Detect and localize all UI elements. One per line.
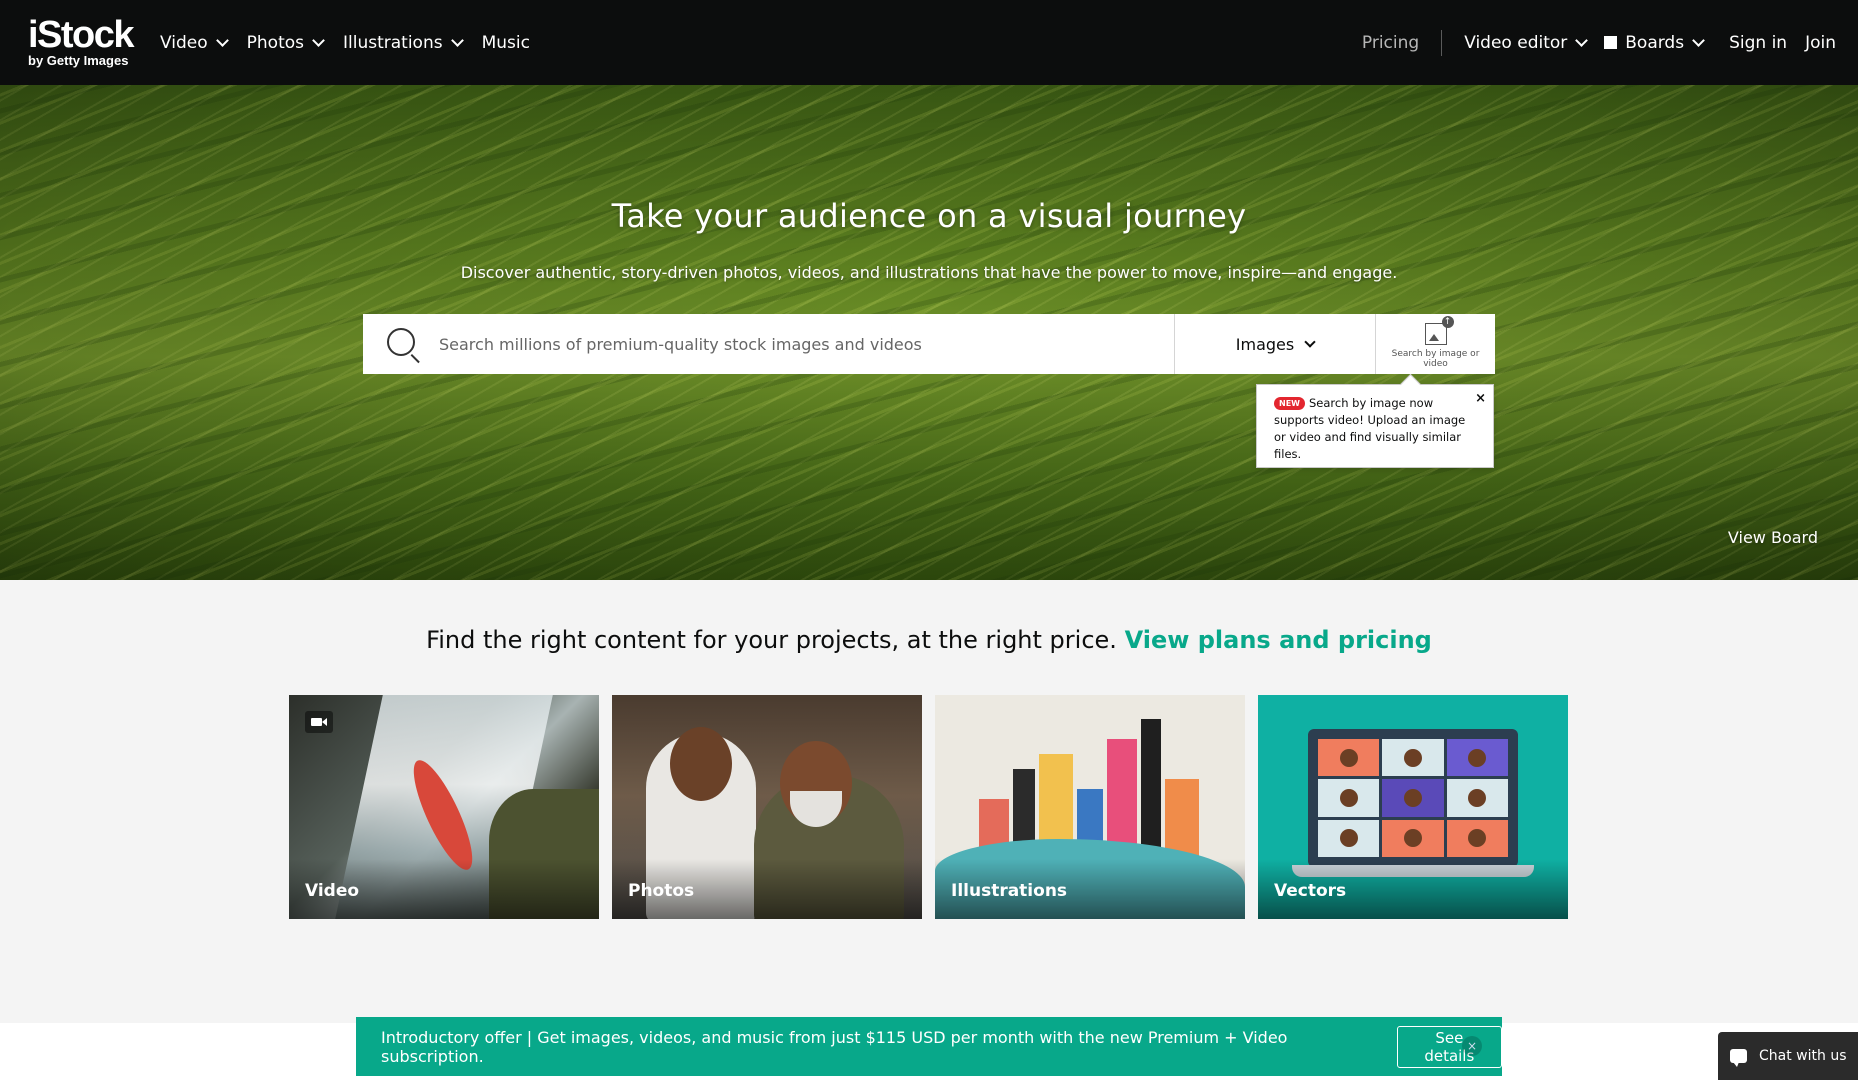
hero-banner: Take your audience on a visual journey D… [0, 85, 1858, 580]
tile-image-cell [1318, 739, 1380, 777]
tile-label: Vectors [1274, 881, 1347, 901]
tile-label: Video [305, 881, 360, 901]
nav-boards-label: Boards [1625, 32, 1685, 53]
logo-tagline: by Getty Images [28, 53, 129, 68]
chevron-down-icon [215, 33, 229, 47]
nav-photos-label: Photos [246, 32, 304, 53]
view-board-link[interactable]: View Board [1728, 528, 1818, 547]
tile-image-cell [1446, 819, 1508, 857]
hero-subtitle: Discover authentic, story-driven photos,… [460, 263, 1398, 282]
chat-bubble-icon [1730, 1049, 1747, 1067]
tile-image-cell [1382, 739, 1444, 777]
search-icon [387, 328, 415, 356]
see-details-button[interactable]: See details [1396, 1025, 1502, 1068]
tile-image-cell [1446, 739, 1508, 777]
secondary-nav: Pricing Video editor Boards Sign in Join [1362, 0, 1836, 85]
tile-vectors[interactable]: Vectors [1258, 695, 1568, 919]
nav-photos[interactable]: Photos [246, 32, 325, 53]
chevron-down-icon [1575, 33, 1589, 47]
tile-label: Photos [628, 881, 695, 901]
chevron-down-icon [1304, 335, 1316, 348]
boards-icon [1604, 36, 1618, 49]
istock-logo[interactable]: iStock by Getty Images [28, 16, 140, 70]
search-input[interactable] [439, 314, 1174, 374]
nav-divider [1441, 29, 1443, 56]
tile-image-cell [1382, 819, 1444, 857]
nav-video-editor-label: Video editor [1464, 32, 1568, 53]
search-by-image-label: Search by image or video [1391, 349, 1480, 369]
nav-illustrations[interactable]: Illustrations [343, 32, 464, 53]
chevron-down-icon [1692, 33, 1705, 47]
tile-image-head [670, 727, 732, 801]
tile-image-cell [1318, 819, 1380, 857]
nav-music-label: Music [481, 32, 530, 53]
nav-video-label: Video [160, 32, 208, 53]
new-badge: NEW [1274, 397, 1305, 410]
sign-in-link[interactable]: Sign in [1729, 33, 1787, 53]
nav-boards[interactable]: Boards [1604, 32, 1705, 53]
pricing-tagline: Find the right content for your projects… [0, 626, 1858, 654]
logo-wordmark: iStock [28, 14, 135, 56]
hero-title: Take your audience on a visual journey [611, 197, 1247, 235]
view-plans-link[interactable]: View plans and pricing [1125, 626, 1432, 654]
video-camera-icon [305, 711, 333, 733]
search-by-image-tooltip: NEW Search by image now supports video! U… [1256, 384, 1494, 468]
tile-label: Illustrations [951, 881, 1068, 901]
close-icon[interactable]: × [1462, 1036, 1482, 1056]
nav-video[interactable]: Video [160, 32, 229, 53]
media-type-select[interactable]: Images [1174, 314, 1375, 374]
primary-nav: Video Photos Illustrations Music [160, 0, 530, 85]
tile-photos[interactable]: Photos [612, 695, 922, 919]
upload-arrow-icon: ↑ [1441, 316, 1454, 328]
chat-label: Chat with us [1759, 1048, 1847, 1064]
chevron-down-icon [450, 33, 464, 47]
search-button[interactable] [363, 314, 439, 374]
chat-widget-button[interactable]: Chat with us [1718, 1032, 1858, 1080]
tile-image-cell [1446, 779, 1508, 817]
tagline-text: Find the right content for your projects… [426, 626, 1117, 654]
chevron-down-icon [312, 33, 325, 47]
nav-pricing[interactable]: Pricing [1362, 33, 1419, 53]
tile-image-cell [1318, 779, 1380, 817]
close-icon[interactable]: × [1475, 390, 1486, 407]
join-link[interactable]: Join [1805, 33, 1836, 53]
content-type-tiles: Video Photos Illustrations Vectors [289, 695, 1568, 919]
media-type-value: Images [1235, 334, 1295, 354]
tile-video[interactable]: Video [289, 695, 599, 919]
search-bar: Images ↑ Search by image or video [363, 314, 1495, 374]
top-navigation: iStock by Getty Images Video Photos Illu… [0, 0, 1858, 85]
nav-illustrations-label: Illustrations [343, 32, 443, 53]
nav-video-editor[interactable]: Video editor [1464, 32, 1589, 53]
nav-music[interactable]: Music [482, 33, 530, 53]
search-by-image-button[interactable]: ↑ Search by image or video [1375, 314, 1495, 374]
promo-banner: Introductory offer | Get images, videos,… [356, 1017, 1502, 1076]
tile-image-video-call [1318, 739, 1508, 857]
tile-illustrations[interactable]: Illustrations [935, 695, 1245, 919]
tile-image-cell [1382, 779, 1444, 817]
promo-text: Introductory offer | Get images, videos,… [381, 1027, 1288, 1066]
image-upload-icon: ↑ [1424, 316, 1454, 345]
